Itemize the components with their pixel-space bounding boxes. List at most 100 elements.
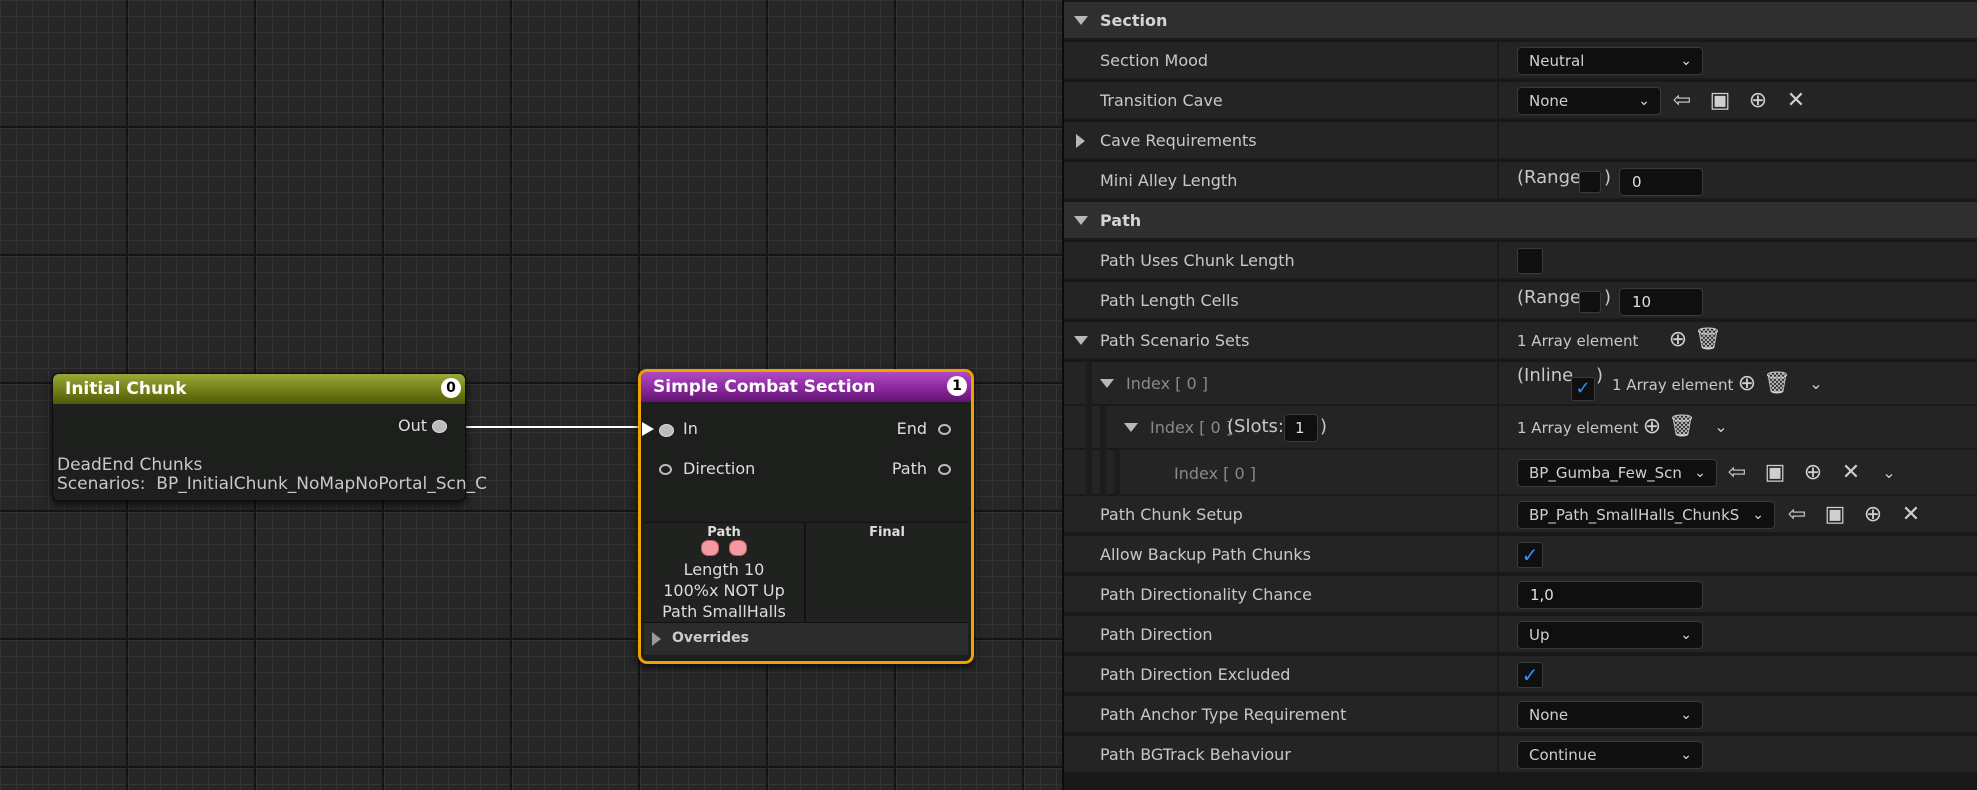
- out-pin[interactable]: [432, 420, 447, 433]
- column-splitter[interactable]: [1497, 616, 1499, 654]
- initial-chunk-deadend: DeadEnd Chunks: [57, 455, 203, 475]
- trash-icon[interactable]: 🗑: [1763, 370, 1791, 398]
- path-uses-chunk-length-checkbox[interactable]: [1517, 248, 1543, 274]
- path-anchor-dropdown[interactable]: None ⌄: [1517, 701, 1703, 729]
- folder-search-icon[interactable]: ▣: [1706, 87, 1734, 115]
- column-splitter[interactable]: [1497, 696, 1499, 734]
- initial-chunk-body: DeadEnd Chunks Scenarios: BP_InitialChun…: [57, 456, 487, 494]
- column-splitter[interactable]: [1497, 450, 1499, 496]
- clear-x-icon[interactable]: ✕: [1837, 459, 1865, 487]
- mini-alley-length-row: Mini Alley Length (Range ) 0: [1064, 162, 1977, 200]
- expand-arrow-icon: [652, 632, 661, 646]
- path-pin[interactable]: [938, 464, 951, 475]
- column-splitter[interactable]: [1497, 162, 1499, 200]
- plus-circle-icon[interactable]: ⊕: [1664, 326, 1692, 354]
- path-chunk-setup-dropdown[interactable]: BP_Path_SmallHalls_ChunkS ⌄: [1517, 501, 1775, 529]
- plus-circle-icon[interactable]: ⊕: [1799, 459, 1827, 487]
- range-checkbox[interactable]: [1579, 291, 1601, 313]
- cave-requirements-label: Cave Requirements: [1100, 131, 1257, 150]
- chevron-down-icon: ⌄: [1680, 627, 1692, 643]
- inline-checkbox[interactable]: ✓: [1571, 377, 1595, 401]
- chevron-down-icon[interactable]: ⌄: [1707, 413, 1735, 441]
- path-chunk-setup-label: Path Chunk Setup: [1100, 505, 1243, 524]
- slots-input[interactable]: 1: [1284, 414, 1318, 442]
- trash-icon[interactable]: 🗑: [1694, 326, 1722, 354]
- column-splitter[interactable]: [1497, 736, 1499, 774]
- clear-x-icon[interactable]: ✕: [1782, 87, 1810, 115]
- section-category[interactable]: Section: [1064, 2, 1977, 40]
- folder-search-icon[interactable]: ▣: [1761, 459, 1789, 487]
- plus-circle-icon[interactable]: ⊕: [1859, 501, 1887, 529]
- browse-back-icon[interactable]: ⇦: [1783, 501, 1811, 529]
- plus-circle-icon[interactable]: ⊕: [1744, 87, 1772, 115]
- allow-backup-row: Allow Backup Path Chunks ✓: [1064, 536, 1977, 574]
- path-column: Path Length 10 100%x NOT Up Path SmallHa…: [644, 522, 806, 623]
- chevron-down-icon[interactable]: ⌄: [1875, 459, 1903, 487]
- plus-circle-icon[interactable]: ⊕: [1733, 370, 1761, 398]
- path-scenario-sets-label: Path Scenario Sets: [1100, 331, 1250, 350]
- path-column-title: Path: [707, 525, 741, 540]
- scenario-asset-dropdown[interactable]: BP_Gumba_Few_Scn ⌄: [1517, 459, 1717, 487]
- in-pin[interactable]: [659, 424, 674, 437]
- index-0-row[interactable]: Index [ 0 ] (Inline ✓ ) 1 Array element …: [1064, 362, 1977, 406]
- column-splitter[interactable]: [1497, 656, 1499, 694]
- column-splitter[interactable]: [1497, 282, 1499, 320]
- path-anchor-row: Path Anchor Type Requirement None ⌄: [1064, 696, 1977, 734]
- graph-canvas[interactable]: Initial Chunk 0 Out DeadEnd Chunks Scena…: [0, 0, 1062, 790]
- in-exec-arrow-icon[interactable]: [641, 421, 655, 437]
- index-0-leaf-row: Index [ 0 ] BP_Gumba_Few_Scn ⌄ ⇦ ▣ ⊕ ✕ ⌄: [1064, 450, 1977, 496]
- initial-chunk-node[interactable]: Initial Chunk 0 Out DeadEnd Chunks Scena…: [52, 373, 487, 501]
- path-length-cells-input[interactable]: 10: [1619, 288, 1703, 316]
- path-direction-dropdown[interactable]: Up ⌄: [1517, 621, 1703, 649]
- end-pin[interactable]: [938, 424, 951, 435]
- range-close: ): [1604, 287, 1612, 308]
- column-splitter[interactable]: [1497, 362, 1499, 406]
- path-dir-excluded-checkbox[interactable]: ✓: [1517, 662, 1543, 688]
- column-splitter[interactable]: [1497, 82, 1499, 120]
- folder-search-icon[interactable]: ▣: [1821, 501, 1849, 529]
- path-uses-chunk-length-label: Path Uses Chunk Length: [1100, 251, 1295, 270]
- browse-back-icon[interactable]: ⇦: [1723, 459, 1751, 487]
- column-splitter[interactable]: [1497, 322, 1499, 360]
- plus-circle-icon[interactable]: ⊕: [1638, 413, 1666, 441]
- path-uses-chunk-length-row: Path Uses Chunk Length: [1064, 242, 1977, 280]
- trash-icon[interactable]: 🗑: [1668, 413, 1696, 441]
- path-bgtrack-dropdown[interactable]: Continue ⌄: [1517, 741, 1703, 769]
- collapse-arrow-icon: [1074, 16, 1088, 25]
- column-splitter[interactable]: [1497, 42, 1499, 80]
- column-splitter[interactable]: [1497, 122, 1499, 160]
- column-splitter[interactable]: [1497, 496, 1499, 534]
- overrides-expander[interactable]: Overrides: [644, 622, 968, 655]
- path-dir-chance-input[interactable]: 1,0: [1517, 581, 1703, 609]
- path-scenario-sets-row[interactable]: Path Scenario Sets 1 Array element ⊕ 🗑: [1064, 322, 1977, 360]
- browse-back-icon[interactable]: ⇦: [1668, 87, 1696, 115]
- section-mood-dropdown[interactable]: Neutral ⌄: [1517, 47, 1703, 75]
- chevron-down-icon[interactable]: ⌄: [1802, 370, 1830, 398]
- allow-backup-checkbox[interactable]: ✓: [1517, 542, 1543, 568]
- path-anchor-label: Path Anchor Type Requirement: [1100, 705, 1347, 724]
- range-checkbox[interactable]: [1579, 171, 1601, 193]
- column-splitter[interactable]: [1497, 242, 1499, 280]
- transition-cave-row: Transition Cave None ⌄ ⇦ ▣ ⊕ ✕: [1064, 82, 1977, 120]
- clear-x-icon[interactable]: ✕: [1897, 501, 1925, 529]
- column-splitter[interactable]: [1497, 536, 1499, 574]
- cave-requirements-row[interactable]: Cave Requirements: [1064, 122, 1977, 160]
- path-category[interactable]: Path: [1064, 202, 1977, 240]
- indent-bar: [1114, 450, 1120, 496]
- column-splitter[interactable]: [1497, 406, 1499, 450]
- mini-alley-length-input[interactable]: 0: [1619, 168, 1703, 196]
- overrides-label: Overrides: [672, 630, 749, 646]
- column-splitter[interactable]: [1497, 576, 1499, 614]
- simple-combat-section-node[interactable]: Simple Combat Section 1 In Direction End…: [638, 369, 974, 664]
- section-mood-label: Section Mood: [1100, 51, 1209, 70]
- section-mood-value: Neutral: [1529, 52, 1585, 70]
- chevron-down-icon: ⌄: [1680, 53, 1692, 69]
- transition-cave-dropdown[interactable]: None ⌄: [1517, 87, 1661, 115]
- combat-index-badge: 1: [947, 376, 967, 396]
- initial-chunk-title: Initial Chunk: [65, 379, 187, 399]
- direction-pin[interactable]: [659, 464, 672, 475]
- scenario-asset-value: BP_Gumba_Few_Scn: [1529, 464, 1682, 482]
- range-label: (Range: [1517, 167, 1582, 188]
- path-length-cells-row: Path Length Cells (Range ) 10: [1064, 282, 1977, 320]
- index-0-sub-row[interactable]: Index [ 0 ] (Slots: 1 ) 1 Array element …: [1064, 406, 1977, 450]
